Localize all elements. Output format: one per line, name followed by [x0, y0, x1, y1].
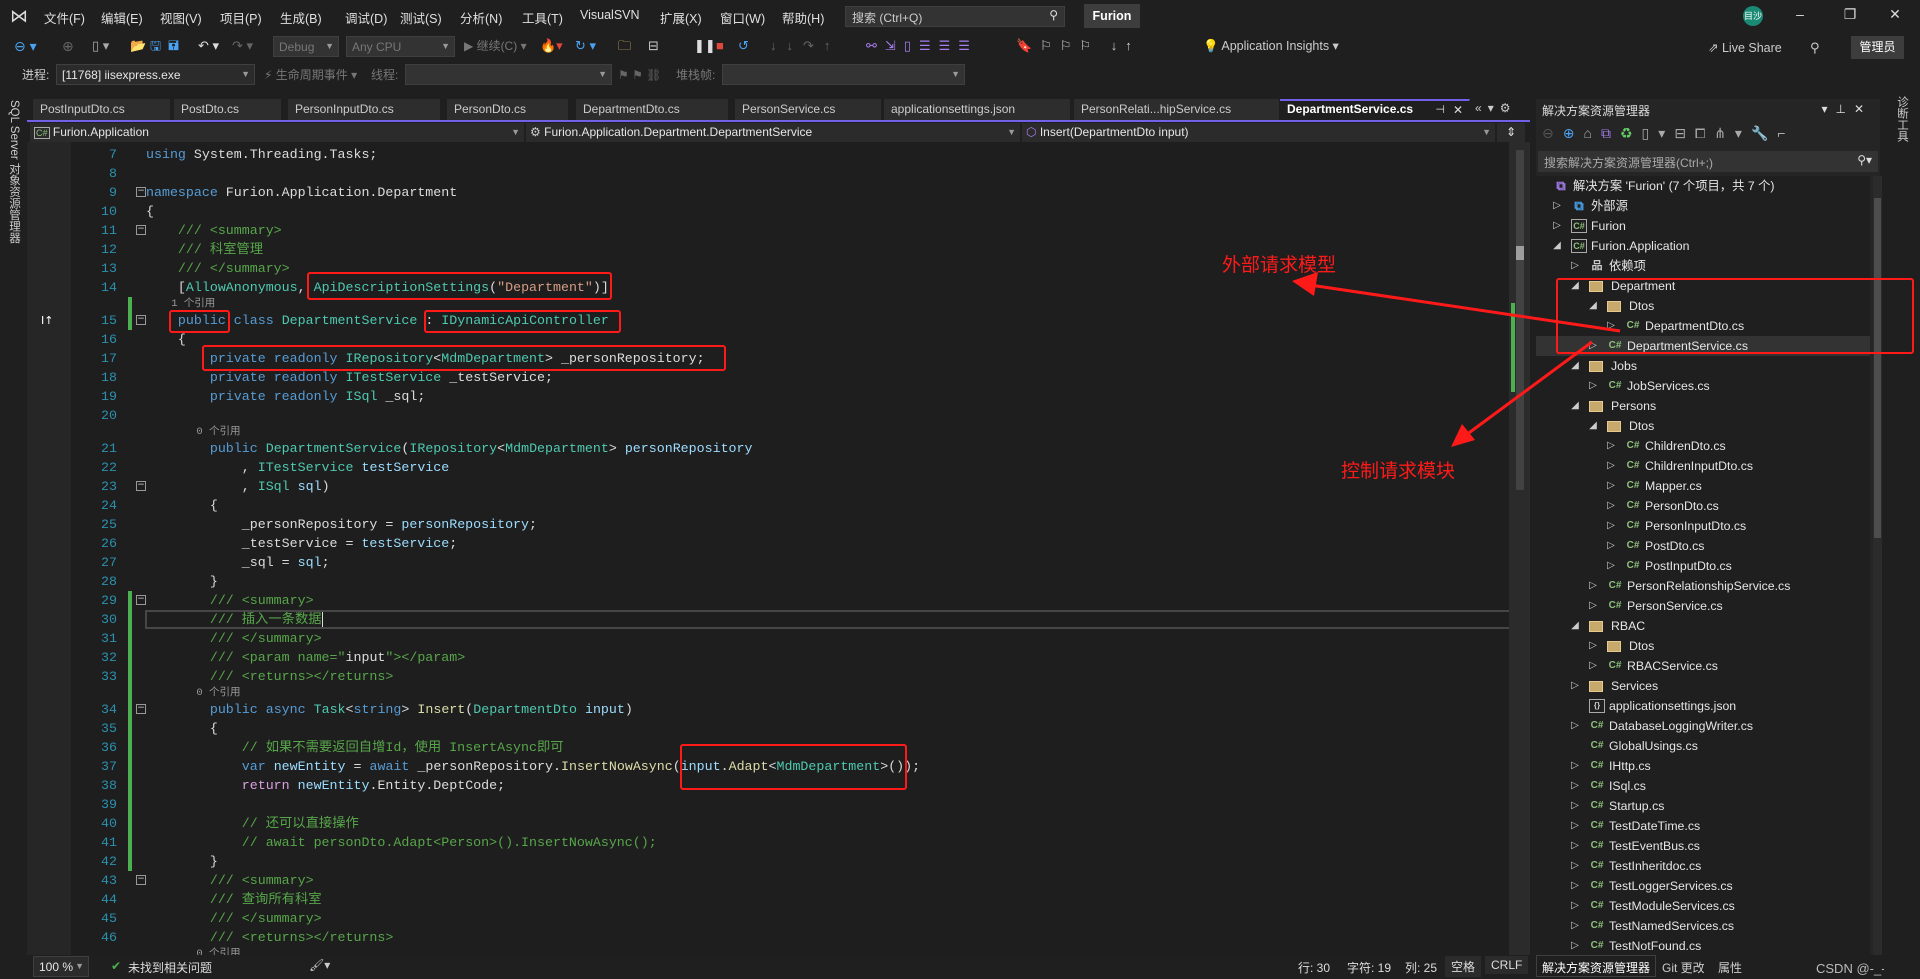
arrow-to-controller-line	[1461, 340, 1593, 440]
arrow-to-controller-head	[1451, 424, 1475, 447]
arrow-to-model-line	[1309, 283, 1621, 333]
annotation-arrows	[1292, 272, 1621, 447]
arrow-to-model-head	[1292, 272, 1318, 296]
